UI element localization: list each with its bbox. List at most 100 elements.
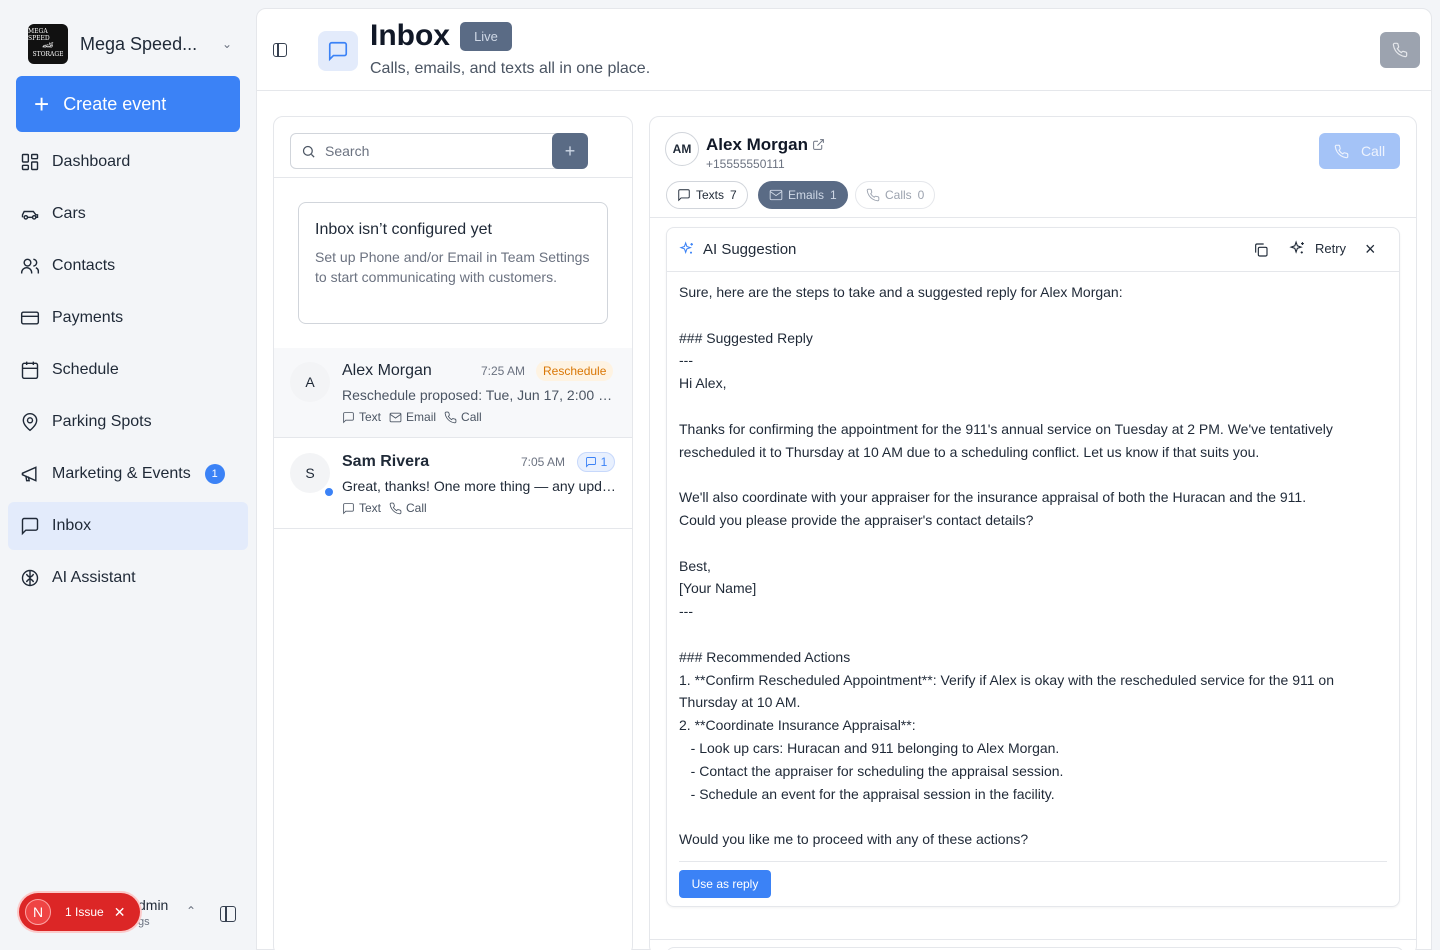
- tab-emails[interactable]: Emails 1: [758, 181, 848, 209]
- ai-suggestion-line: We'll also coordinate with your appraise…: [679, 489, 1307, 506]
- channel-call: Call: [444, 410, 482, 424]
- ai-suggestion-body: Sure, here are the steps to take and a s…: [679, 281, 1391, 851]
- copy-icon[interactable]: [1253, 242, 1269, 258]
- external-link-icon[interactable]: [812, 138, 825, 151]
- sidebar-collapse-icon[interactable]: [220, 906, 236, 922]
- ai-suggestion-line: ### Suggested Reply: [679, 329, 813, 346]
- conversation-item[interactable]: A Alex Morgan 7:25 AM Reschedule Resched…: [274, 348, 632, 438]
- calendar-icon: [21, 361, 39, 380]
- message-square-icon: [328, 41, 348, 62]
- phone-icon: [1392, 42, 1408, 58]
- conversation-preview: Reschedule proposed: Tue, Jun 17, 2:00 P…: [342, 387, 617, 403]
- divider: [650, 217, 1416, 218]
- ai-suggestion-line: [679, 532, 1391, 555]
- notice-body: Set up Phone and/or Email in Team Settin…: [315, 249, 590, 285]
- conversation-name: Sam Rivera: [342, 453, 430, 470]
- sidebar-item-ai-assistant[interactable]: AI Assistant: [8, 554, 248, 602]
- close-icon[interactable]: ×: [1365, 239, 1376, 260]
- ai-suggestion-card: AI Suggestion Retry × Sure, here are the…: [666, 227, 1400, 907]
- ai-suggestion-header: AI Suggestion Retry ×: [667, 228, 1399, 272]
- page-subtitle: Calls, emails, and texts all in one plac…: [370, 60, 651, 77]
- sidebar-item-dashboard[interactable]: Dashboard: [8, 138, 248, 186]
- notification-badge: 1: [204, 464, 225, 484]
- sidebar-nav: Dashboard Cars Contacts Payments Schedul…: [8, 138, 248, 606]
- brain-icon: [21, 569, 39, 587]
- plus-icon: +: [34, 89, 50, 119]
- ai-suggestion-line: Hi Alex,: [679, 375, 727, 392]
- sidebar-item-inbox[interactable]: Inbox: [8, 502, 248, 550]
- credit-card-icon: [20, 311, 40, 325]
- brand-name: Mega Speed...: [80, 33, 198, 54]
- sidebar-item-payments[interactable]: Payments: [8, 294, 248, 342]
- contact-name[interactable]: Alex Morgan: [706, 135, 808, 155]
- sidebar: MEGA SPEED 🏎 STORAGE Mega Speed... ⌄ + C…: [0, 0, 256, 950]
- ai-suggestion-line: [Your Name]: [679, 580, 757, 597]
- ai-suggestion-line: [679, 304, 1391, 327]
- ai-suggestion-line: [679, 463, 1391, 486]
- new-conversation-button[interactable]: +: [552, 133, 588, 169]
- contact-phone: +15555550111: [706, 157, 785, 171]
- sidebar-item-parking-spots[interactable]: Parking Spots: [8, 398, 248, 446]
- megaphone-icon: [21, 466, 37, 482]
- channel-text: Text: [342, 410, 381, 424]
- ai-suggestion-line: Best,: [679, 557, 711, 574]
- grid-icon: [21, 153, 39, 171]
- sidebar-item-schedule[interactable]: Schedule: [8, 346, 248, 394]
- message-square-icon: [343, 502, 354, 514]
- phone-icon: [866, 188, 880, 202]
- notice-title: Inbox isn’t configured yet: [315, 221, 492, 238]
- map-pin-icon: [22, 412, 38, 432]
- mail-icon: [769, 189, 783, 201]
- message-count-badge: 1: [577, 452, 615, 472]
- conversation-preview: Great, thanks! One more thing — any upda…: [342, 478, 617, 494]
- sidebar-item-marketing-events[interactable]: Marketing & Events 1: [8, 450, 248, 498]
- issue-avatar: N: [25, 899, 51, 925]
- tab-texts[interactable]: Texts 7: [666, 181, 748, 209]
- user-subtitle: gs: [138, 916, 150, 928]
- close-icon[interactable]: ✕: [114, 904, 126, 921]
- conversation-time: 7:05 AM: [521, 455, 566, 469]
- sparkles-icon: [679, 241, 693, 254]
- search-input[interactable]: Search: [290, 133, 572, 169]
- ai-suggestion-line: ---: [679, 603, 693, 620]
- use-as-reply-button[interactable]: Use as reply: [679, 870, 771, 898]
- status-badge: Reschedule: [536, 361, 614, 381]
- divider: [274, 177, 632, 178]
- channel-text: Text: [342, 501, 381, 515]
- channel-call: Call: [389, 501, 427, 515]
- tab-calls[interactable]: Calls 0: [855, 181, 936, 209]
- create-event-button[interactable]: + Create event: [16, 76, 240, 132]
- ai-suggestion-line: ---: [679, 352, 693, 369]
- issue-label: 1 Issue: [65, 905, 104, 919]
- chevron-up-icon[interactable]: ⌃: [186, 904, 196, 918]
- inbox-setup-notice: Inbox isn’t configured yet Set up Phone …: [298, 202, 608, 324]
- retry-button[interactable]: Retry: [1289, 240, 1346, 257]
- user-name[interactable]: dmin: [138, 897, 168, 913]
- page-header: Inbox Live Calls, emails, and texts all …: [257, 9, 1431, 91]
- ai-suggestion-line: Could you please provide the appraiser's…: [679, 511, 1034, 528]
- conversation-detail-panel: AM Alex Morgan +15555550111 Call Texts 7…: [649, 116, 1417, 950]
- message-square-icon: [678, 189, 690, 202]
- avatar: A: [290, 362, 330, 402]
- issues-indicator[interactable]: N 1 Issue ✕: [19, 893, 140, 931]
- call-button[interactable]: Call: [1319, 133, 1400, 169]
- conversation-item[interactable]: S Sam Rivera 7:05 AM 1 Great, thanks! On…: [274, 439, 632, 529]
- sidebar-item-cars[interactable]: Cars: [8, 190, 248, 238]
- ai-suggestion-line: Thanks for confirming the appointment fo…: [679, 420, 1333, 437]
- page-title: Inbox: [370, 19, 450, 52]
- search-icon: [302, 145, 315, 158]
- sidebar-item-contacts[interactable]: Contacts: [8, 242, 248, 290]
- brand-switcher[interactable]: MEGA SPEED 🏎 STORAGE Mega Speed... ⌄: [28, 24, 232, 64]
- header-call-button[interactable]: [1380, 32, 1420, 68]
- channel-list: Text Email Call: [342, 410, 490, 424]
- ai-suggestion-title: AI Suggestion: [703, 241, 797, 258]
- conversation-time: 7:25 AM: [481, 364, 526, 378]
- divider: [679, 861, 1387, 862]
- car-icon: [21, 210, 39, 220]
- unread-indicator: [324, 487, 334, 497]
- sidebar-footer: dmin gs ⌃ N 1 Issue ✕: [0, 890, 256, 938]
- phone-icon: [1334, 144, 1349, 158]
- toggle-sidebar-icon[interactable]: [273, 43, 287, 57]
- search-placeholder: Search: [325, 143, 370, 159]
- ai-suggestion-line: 2. **Coordinate Insurance Appraisal**:: [679, 717, 916, 734]
